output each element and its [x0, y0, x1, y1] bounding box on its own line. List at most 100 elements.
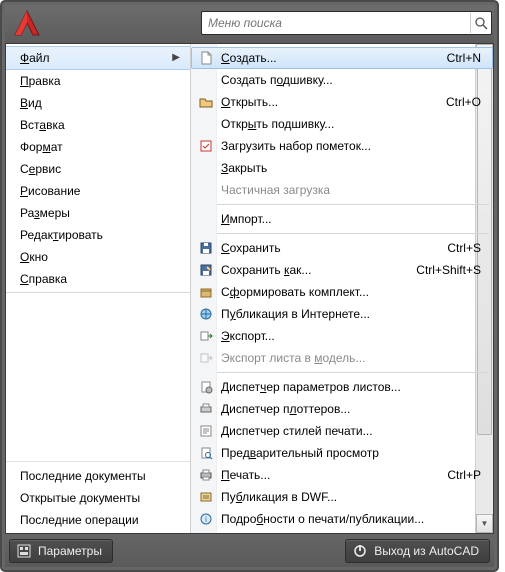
submenu-item-label: Диспетчер стилей печати... — [221, 424, 487, 438]
save-as-icon — [197, 262, 215, 278]
menu-item-label: Размеры — [20, 205, 70, 221]
menu-item[interactable]: Окно — [6, 246, 190, 268]
shortcut-label: Ctrl+Shift+S — [416, 263, 481, 277]
submenu-item[interactable]: Создать...Ctrl+N — [191, 47, 493, 69]
menu-item-label: Редактировать — [20, 227, 103, 243]
menu-item-label: Сервис — [20, 161, 61, 177]
submenu-item[interactable]: Диспетчер стилей печати... — [191, 420, 493, 442]
submenu-item-label: Загрузить набор пометок... — [221, 139, 487, 153]
styles-icon — [197, 423, 215, 439]
blank-icon — [197, 116, 215, 132]
menu-item[interactable]: Справка — [6, 268, 190, 290]
submenu-item[interactable]: Экспорт... — [191, 325, 493, 347]
plotter-icon — [197, 401, 215, 417]
power-icon — [352, 543, 368, 559]
submenu-item-label: Печать... — [221, 468, 447, 482]
submenu-item[interactable]: Диспетчер плоттеров... — [191, 398, 493, 420]
recent-section[interactable]: Последние операции — [6, 509, 190, 531]
menu-item[interactable]: Формат — [6, 136, 190, 158]
submenu-item: Экспорт листа в модель... — [191, 347, 493, 369]
menu-item[interactable]: Файл ▶ — [6, 46, 190, 70]
shortcut-label: Ctrl+O — [446, 95, 481, 109]
menu-item-label: Вид — [20, 95, 42, 111]
recent-section-label: Открытые документы — [20, 490, 140, 506]
menu-item[interactable]: Рисование — [6, 180, 190, 202]
shortcut-label: Ctrl+N — [447, 51, 481, 65]
submenu-item[interactable]: Сформировать комплект... — [191, 281, 493, 303]
submenu-item-label: Экспорт листа в модель... — [221, 351, 487, 365]
menu-item[interactable]: Вид — [6, 92, 190, 114]
blank-icon — [197, 160, 215, 176]
menu-item[interactable]: Размеры — [6, 202, 190, 224]
menu-item-label: Справка — [20, 271, 67, 287]
menu-item-label: Файл — [20, 50, 50, 66]
exit-button[interactable]: Выход из AutoCAD — [345, 539, 490, 563]
submenu-item-label: Публикация в DWF... — [221, 490, 487, 504]
options-button[interactable]: Параметры — [9, 539, 113, 563]
submenu-item[interactable]: i Подробности о печати/публикации... — [191, 508, 493, 530]
save-icon — [197, 240, 215, 256]
search-input[interactable] — [202, 14, 470, 32]
submenu-item-label: Сформировать комплект... — [221, 285, 487, 299]
print-icon — [197, 467, 215, 483]
shortcut-label: Ctrl+P — [447, 468, 481, 482]
submenu-item[interactable]: Предварительный просмотр — [191, 442, 493, 464]
separator — [217, 233, 489, 234]
recent-section[interactable]: Открытые документы — [6, 487, 190, 509]
info-icon: i — [197, 511, 215, 527]
menu-item[interactable]: Сервис — [6, 158, 190, 180]
options-icon — [16, 543, 32, 559]
new-file-icon — [197, 50, 215, 66]
blank-icon — [197, 72, 215, 88]
menu-item-label: Формат — [20, 139, 63, 155]
recent-section-label: Последние документы — [20, 468, 146, 484]
web-publish-icon — [197, 306, 215, 322]
dwf-icon — [197, 489, 215, 505]
menu-item-label: Правка — [20, 73, 61, 89]
submenu-item: Частичная загрузка — [191, 179, 493, 201]
submenu-item-label: Подробности о печати/публикации... — [221, 512, 487, 526]
export-icon — [197, 328, 215, 344]
submenu-item[interactable]: Открыть подшивку... — [191, 113, 493, 135]
submenu-item[interactable]: Импорт... — [191, 208, 493, 230]
submenu-item[interactable]: Загрузить набор пометок... — [191, 135, 493, 157]
submenu-arrow-icon: ▶ — [172, 50, 180, 66]
submenu-item-label: Экспорт... — [221, 329, 487, 343]
submenu-item-label: Диспетчер параметров листов... — [221, 380, 487, 394]
separator — [217, 204, 489, 205]
submenu-item-label: Открыть... — [221, 95, 446, 109]
options-label: Параметры — [38, 544, 102, 558]
menu-item-label: Рисование — [20, 183, 80, 199]
menu-item[interactable]: Правка — [6, 70, 190, 92]
submenu-item-label: Создать... — [221, 51, 447, 65]
submenu-item-label: Сохранить как... — [221, 263, 416, 277]
submenu-item-label: Импорт... — [221, 212, 487, 226]
submenu-item-label: Предварительный просмотр — [221, 446, 487, 460]
submenu-item[interactable]: СохранитьCtrl+S — [191, 237, 493, 259]
markup-icon — [197, 138, 215, 154]
submenu-item[interactable]: Закрыть — [191, 157, 493, 179]
recent-section[interactable]: Последние документы — [6, 465, 190, 487]
menu-item-label: Вставка — [20, 117, 65, 133]
submenu-item[interactable]: Публикация в DWF... — [191, 486, 493, 508]
package-icon — [197, 284, 215, 300]
menu-item[interactable]: Вставка — [6, 114, 190, 136]
blank-icon — [197, 182, 215, 198]
svg-text:i: i — [205, 515, 207, 524]
search-box[interactable] — [201, 11, 492, 35]
folder-open-icon — [197, 94, 215, 110]
menu-item[interactable]: Редактировать — [6, 224, 190, 246]
submenu-item-label: Частичная загрузка — [221, 183, 487, 197]
submenu-item-label: Публикация в Интернете... — [221, 307, 487, 321]
submenu-item-label: Диспетчер плоттеров... — [221, 402, 487, 416]
submenu-item-label: Закрыть — [221, 161, 487, 175]
menu-item-label: Окно — [20, 249, 48, 265]
submenu-item[interactable]: Сохранить как...Ctrl+Shift+S — [191, 259, 493, 281]
submenu-item[interactable]: Диспетчер параметров листов... — [191, 376, 493, 398]
submenu-item[interactable]: Создать подшивку... — [191, 69, 493, 91]
autocad-logo — [9, 9, 45, 37]
submenu-item[interactable]: Открыть...Ctrl+O — [191, 91, 493, 113]
search-icon[interactable] — [470, 13, 491, 33]
submenu-item[interactable]: Печать...Ctrl+P — [191, 464, 493, 486]
submenu-item[interactable]: Публикация в Интернете... — [191, 303, 493, 325]
